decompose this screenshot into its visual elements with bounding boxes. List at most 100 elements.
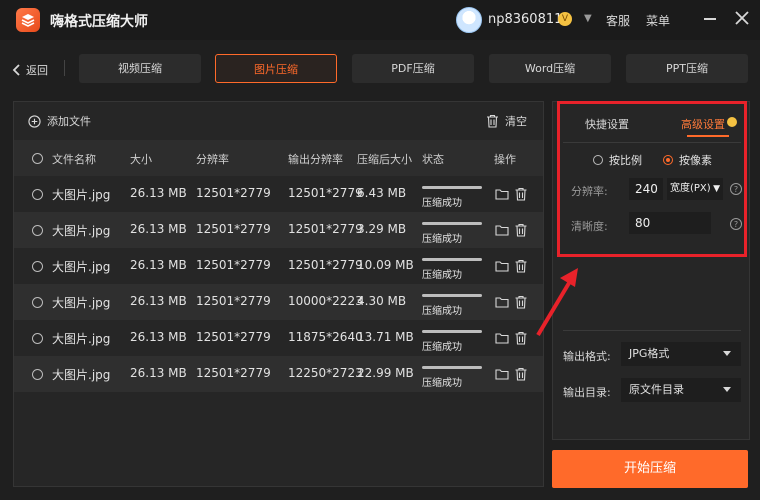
row-select-radio[interactable] (32, 189, 43, 200)
file-name: 大图片.jpg (52, 368, 111, 382)
add-file-button[interactable]: 添加文件 (28, 113, 91, 129)
folder-icon[interactable] (495, 223, 509, 237)
output-resolution: 12501*2779 (288, 258, 363, 272)
status-text: 压缩成功 (422, 342, 462, 353)
file-size: 26.13 MB (130, 258, 187, 272)
status-cell: 压缩成功 (422, 222, 482, 245)
header-resolution: 分辨率 (196, 153, 229, 166)
output-resolution: 12250*2723 (288, 366, 363, 380)
table-row[interactable]: 大图片.jpg 26.13 MB 12501*2779 12501*2779 10.09… (14, 248, 543, 284)
output-dir-value: 原文件目录 (629, 383, 684, 396)
file-size: 26.13 MB (130, 294, 187, 308)
file-resolution: 12501*2779 (196, 366, 271, 380)
file-name: 大图片.jpg (52, 188, 111, 202)
file-name: 大图片.jpg (52, 260, 111, 274)
output-resolution: 12501*2779 (288, 186, 363, 200)
add-circle-icon (28, 114, 41, 128)
header-status: 状态 (422, 153, 444, 166)
output-resolution: 11875*2640 (288, 330, 363, 344)
row-select-radio[interactable] (32, 297, 43, 308)
status-progress-bar (422, 258, 482, 261)
select-all-radio[interactable] (32, 153, 43, 164)
close-icon[interactable] (734, 10, 750, 26)
header-compressed-size: 压缩后大小 (357, 153, 412, 166)
tab-pdf[interactable]: PDF压缩 (352, 54, 474, 83)
file-name: 大图片.jpg (52, 224, 111, 238)
status-progress-bar (422, 366, 482, 369)
user-dropdown-caret-icon[interactable]: ▼ (584, 13, 592, 24)
file-name: 大图片.jpg (52, 332, 111, 346)
nav-divider (64, 60, 65, 76)
compress-type-nav: 返回 视频压缩 图片压缩 PDF压缩 Word压缩 PPT压缩 (0, 48, 760, 88)
status-progress-bar (422, 294, 482, 297)
minimize-icon[interactable] (704, 18, 716, 20)
row-select-radio[interactable] (32, 225, 43, 236)
trash-icon[interactable] (514, 223, 528, 237)
compressed-size: 6.43 MB (357, 186, 407, 200)
status-text: 压缩成功 (422, 198, 462, 209)
file-size: 26.13 MB (130, 186, 187, 200)
trash-icon[interactable] (514, 367, 528, 381)
table-row[interactable]: 大图片.jpg 26.13 MB 12501*2779 12250*2723 22.99… (14, 356, 543, 392)
status-cell: 压缩成功 (422, 258, 482, 281)
tab-word[interactable]: Word压缩 (489, 54, 611, 83)
trash-icon[interactable] (514, 295, 528, 309)
output-format-label: 输出格式: (563, 350, 611, 363)
start-compress-button[interactable]: 开始压缩 (552, 450, 748, 488)
output-format-value: JPG格式 (629, 347, 670, 360)
file-resolution: 12501*2779 (196, 258, 271, 272)
file-resolution: 12501*2779 (196, 294, 271, 308)
output-format-select[interactable]: JPG格式 (621, 342, 741, 366)
tab-ppt[interactable]: PPT压缩 (626, 54, 748, 83)
status-progress-bar (422, 186, 482, 189)
row-select-radio[interactable] (32, 333, 43, 344)
username[interactable]: np8360811 (488, 12, 562, 27)
status-progress-bar (422, 330, 482, 333)
row-select-radio[interactable] (32, 261, 43, 272)
add-file-label: 添加文件 (47, 115, 91, 128)
file-resolution: 12501*2779 (196, 330, 271, 344)
menu-link[interactable]: 菜单 (646, 12, 670, 29)
table-row[interactable]: 大图片.jpg 26.13 MB 12501*2779 12501*2779 6.43 … (14, 176, 543, 212)
tab-image[interactable]: 图片压缩 (215, 54, 337, 83)
file-resolution: 12501*2779 (196, 222, 271, 236)
header-actions: 操作 (494, 153, 516, 166)
compressed-size: 3.29 MB (357, 222, 407, 236)
folder-icon[interactable] (495, 295, 509, 309)
status-cell: 压缩成功 (422, 366, 482, 389)
compressed-size: 22.99 MB (357, 366, 414, 380)
table-row[interactable]: 大图片.jpg 26.13 MB 12501*2779 11875*2640 13.71… (14, 320, 543, 356)
file-size: 26.13 MB (130, 222, 187, 236)
vip-badge-icon: V (558, 12, 572, 26)
file-toolbar: 添加文件 清空 (14, 102, 543, 140)
app-logo-icon (16, 8, 40, 32)
folder-icon[interactable] (495, 331, 509, 345)
user-avatar[interactable] (456, 7, 482, 33)
row-select-radio[interactable] (32, 369, 43, 380)
folder-icon[interactable] (495, 187, 509, 201)
trash-icon[interactable] (514, 331, 528, 345)
status-cell: 压缩成功 (422, 186, 482, 209)
clear-label: 清空 (505, 115, 527, 128)
annotation-highlight-box (557, 101, 747, 257)
back-button[interactable]: 返回 (12, 62, 48, 78)
trash-icon[interactable] (514, 187, 528, 201)
file-size: 26.13 MB (130, 330, 187, 344)
header-output-resolution: 输出分辨率 (288, 153, 343, 166)
status-progress-bar (422, 222, 482, 225)
folder-icon[interactable] (495, 367, 509, 381)
tab-video[interactable]: 视频压缩 (79, 54, 201, 83)
title-bar: 嗨格式压缩大师 np8360811 V ▼ 客服 菜单 (0, 0, 760, 40)
trash-icon[interactable] (514, 259, 528, 273)
output-resolution: 12501*2779 (288, 222, 363, 236)
table-row[interactable]: 大图片.jpg 26.13 MB 12501*2779 10000*2223 4.30 … (14, 284, 543, 320)
compressed-size: 4.30 MB (357, 294, 407, 308)
folder-icon[interactable] (495, 259, 509, 273)
compressed-size: 13.71 MB (357, 330, 414, 344)
customer-service-link[interactable]: 客服 (606, 12, 630, 29)
table-row[interactable]: 大图片.jpg 26.13 MB 12501*2779 12501*2779 3.29 … (14, 212, 543, 248)
chevron-down-icon (723, 351, 731, 356)
clear-button[interactable]: 清空 (486, 113, 527, 129)
output-dir-select[interactable]: 原文件目录 (621, 378, 741, 402)
table-header: 文件名称 大小 分辨率 输出分辨率 压缩后大小 状态 操作 (14, 140, 543, 176)
